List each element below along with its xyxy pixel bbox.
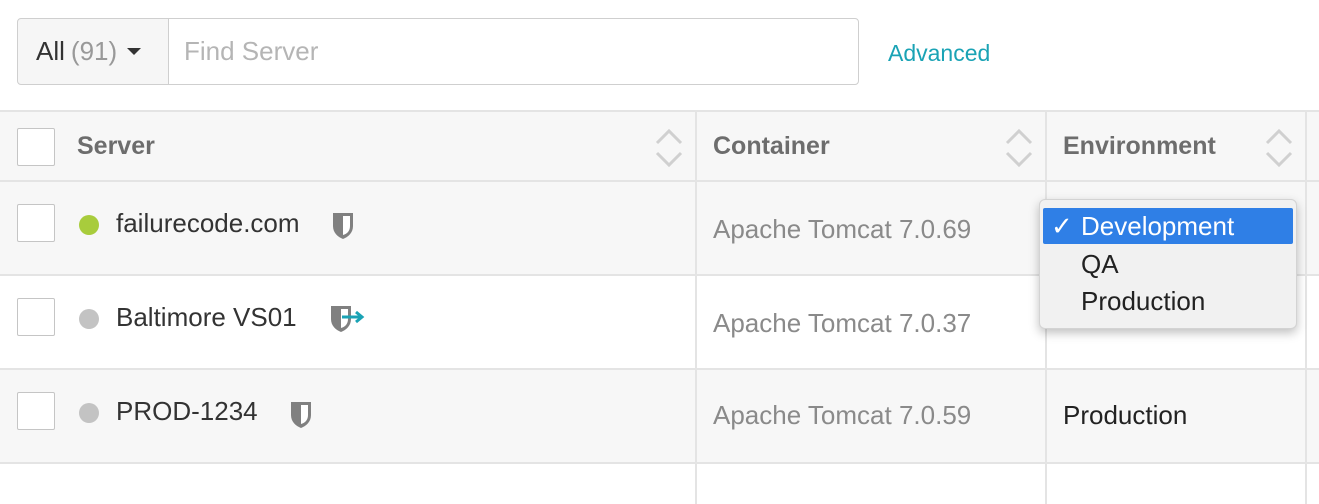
container-name: Apache Tomcat 7.0.59 [713,400,972,430]
column-divider [1045,370,1047,462]
caret-down-icon [127,48,142,55]
environment-option-qa[interactable]: QA [1043,246,1293,282]
column-divider [1045,112,1047,180]
find-server-input[interactable] [168,18,859,85]
column-divider [695,464,697,504]
sort-environment-icon[interactable] [1264,126,1294,170]
server-name[interactable]: failurecode.com [116,208,300,239]
table-header-row: Server Container Environment [0,110,1319,182]
column-divider [1305,370,1307,462]
column-header-environment[interactable]: Environment [1063,132,1216,161]
environment-option-production[interactable]: Production [1043,283,1293,319]
filter-label: All [36,36,65,66]
status-dot-offline [79,403,99,423]
check-icon: ✓ [1051,211,1073,241]
option-label: Development [1081,211,1235,241]
row-checkbox[interactable] [17,392,55,430]
filter-count: (91) [70,36,118,66]
shield-arrow-icon [328,304,365,334]
shield-icon [330,211,364,241]
select-all-checkbox[interactable] [17,128,55,166]
column-divider [1045,464,1047,504]
option-label: QA [1081,249,1119,279]
status-dot-online [79,215,99,235]
container-name: Apache Tomcat 7.0.37 [713,308,972,338]
sort-container-icon[interactable] [1004,126,1034,170]
column-divider [695,370,697,462]
row-checkbox[interactable] [17,204,55,242]
server-name[interactable]: PROD-1234 [116,396,258,427]
environment-option-development[interactable]: ✓ Development [1043,208,1293,244]
column-header-container[interactable]: Container [713,132,830,161]
column-divider [695,112,697,180]
row-checkbox[interactable] [17,298,55,336]
container-name: Apache Tomcat 7.0.69 [713,214,972,244]
column-divider [1305,112,1307,180]
option-label: Production [1081,286,1206,316]
column-divider [695,276,697,368]
server-name[interactable]: Baltimore VS01 [116,302,297,333]
environment-dropdown-menu: ✓ Development QA Production [1039,199,1297,329]
sort-server-icon[interactable] [654,126,684,170]
filter-dropdown-button[interactable]: All (91) [17,18,169,85]
column-divider [1305,464,1307,504]
status-dot-offline [79,309,99,329]
shield-icon [288,400,322,430]
column-divider [1305,276,1307,368]
table-row-partial [0,464,1319,504]
table-row[interactable]: PROD-1234 Apache Tomcat 7.0.59 Productio… [0,370,1319,464]
advanced-search-link[interactable]: Advanced [888,40,990,67]
column-divider [1305,182,1307,274]
column-divider [695,182,697,274]
column-header-server[interactable]: Server [77,132,155,161]
environment-value[interactable]: Production [1063,400,1187,431]
